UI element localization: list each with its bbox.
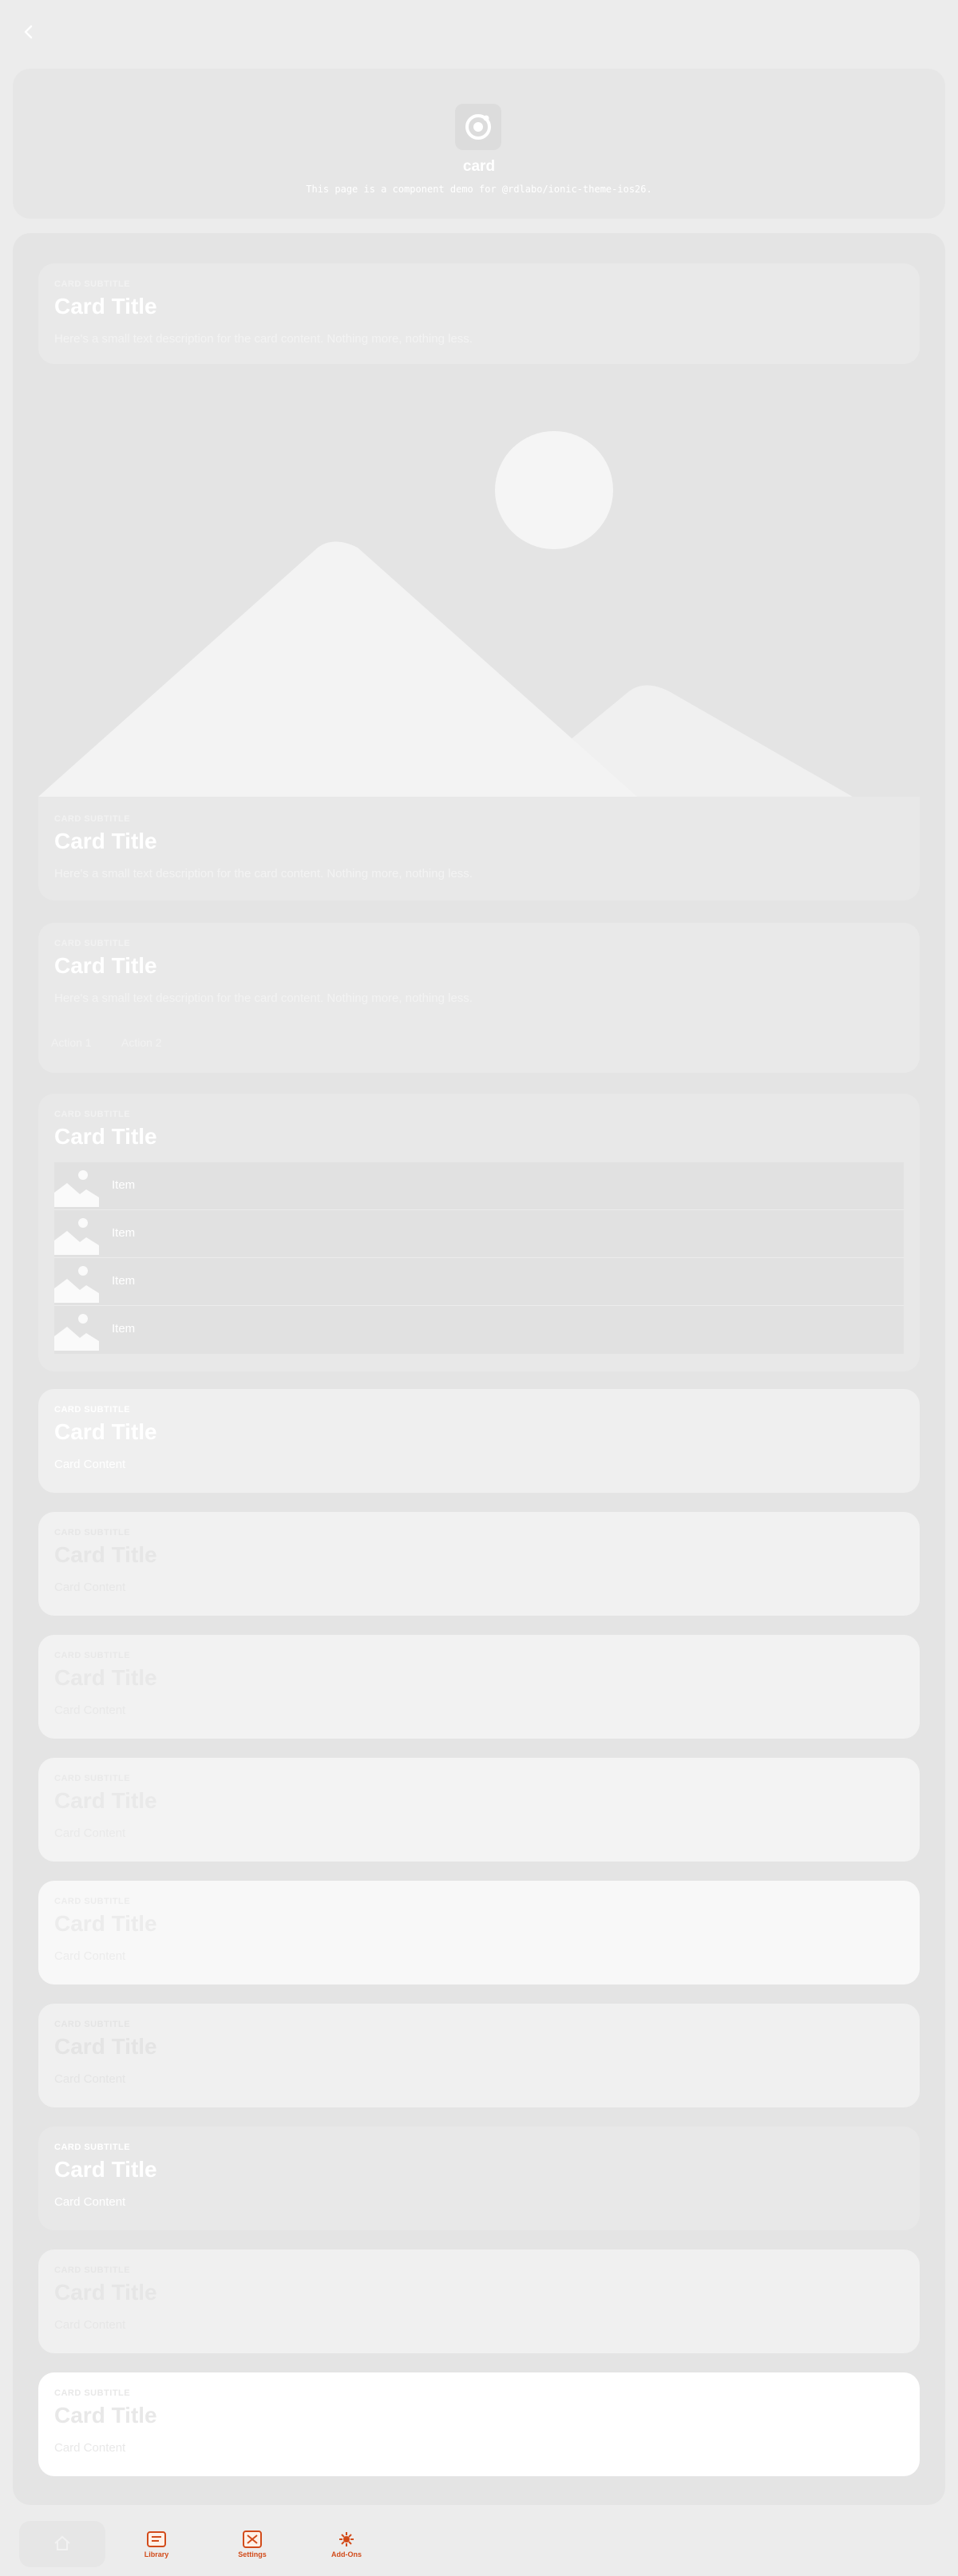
- card-content: Card Content: [54, 1703, 126, 1717]
- card-subtitle: Card Subtitle: [54, 2265, 131, 2275]
- card-media: Card Subtitle Card Title Here's a small …: [38, 388, 920, 900]
- list-item[interactable]: Item: [54, 1162, 904, 1210]
- tab-label: Settings: [238, 2550, 267, 2558]
- card-actions: Card Subtitle Card Title Here's a small …: [38, 923, 920, 1073]
- image-thumbnail-icon: [54, 1218, 99, 1255]
- card-subtitle: Card Subtitle: [54, 939, 131, 948]
- card-color-light: Card Subtitle Card Title Card Content: [38, 2372, 920, 2476]
- card-subtitle: Card Subtitle: [54, 1651, 131, 1660]
- list-item-label: Item: [112, 1274, 136, 1288]
- card-content: Card Content: [54, 1949, 126, 1963]
- image-placeholder-icon: [38, 388, 920, 797]
- list-item-label: Item: [112, 1226, 136, 1240]
- card-content: Here's a small text description for the …: [54, 332, 473, 346]
- list-item[interactable]: Item: [54, 1210, 904, 1258]
- tab-label: Add-Ons: [331, 2550, 362, 2558]
- library-icon: [147, 2531, 166, 2547]
- card-basic: Card Subtitle Card Title Here's a small …: [38, 263, 920, 364]
- card-subtitle: Card Subtitle: [54, 279, 131, 289]
- card-content: Card Content: [54, 1581, 126, 1594]
- list-item-label: Item: [112, 1322, 136, 1335]
- card-color-danger: Card Subtitle Card Title Card Content: [38, 2004, 920, 2107]
- card-subtitle: Card Subtitle: [54, 1528, 131, 1537]
- card-color-primary: Card Subtitle Card Title Card Content: [38, 1389, 920, 1493]
- action-1-button[interactable]: Action 1: [51, 1036, 92, 1049]
- card-title: Card Title: [54, 1124, 157, 1149]
- card-title: Card Title: [54, 2403, 157, 2428]
- card-title: Card Title: [54, 1911, 157, 1936]
- card-subtitle: Card Subtitle: [54, 2143, 131, 2152]
- card-title: Card Title: [54, 1419, 157, 1444]
- card-title: Card Title: [54, 1542, 157, 1567]
- tab-label: Library: [144, 2550, 169, 2558]
- card-title: Card Title: [54, 2157, 157, 2182]
- card-content: Here's a small text description for the …: [54, 991, 473, 1005]
- card-title: Card Title: [54, 1788, 157, 1813]
- card-title: Card Title: [54, 2034, 157, 2059]
- bottom-tab-bar: Library Settings Add-Ons: [0, 2515, 958, 2576]
- back-button[interactable]: [14, 18, 43, 46]
- addons-icon: [339, 2532, 354, 2546]
- card-subtitle: Card Subtitle: [54, 1774, 131, 1783]
- page-title: card: [462, 158, 496, 175]
- list-item[interactable]: Item: [54, 1306, 904, 1354]
- card-color-warning: Card Subtitle Card Title Card Content: [38, 1881, 920, 1984]
- card-title: Card Title: [54, 953, 157, 978]
- tab-library[interactable]: Library: [113, 2521, 200, 2567]
- image-thumbnail-icon: [54, 1266, 99, 1303]
- tab-settings[interactable]: Settings: [209, 2521, 295, 2567]
- card-color-medium: Card Subtitle Card Title Card Content: [38, 2250, 920, 2353]
- list-item-label: Item: [112, 1178, 136, 1192]
- card-content: Card Content: [54, 2318, 126, 2332]
- card-title: Card Title: [54, 829, 157, 853]
- ionic-logo-icon: [455, 104, 501, 150]
- card-color-tertiary: Card Subtitle Card Title Card Content: [38, 1635, 920, 1739]
- card-title: Card Title: [54, 2280, 157, 2305]
- card-list: Card Subtitle Card Title Item Item Item …: [38, 1094, 920, 1371]
- action-2-button[interactable]: Action 2: [121, 1036, 162, 1049]
- card-color-dark: Card Subtitle Card Title Card Content: [38, 2127, 920, 2230]
- card-content: Card Content: [54, 2441, 126, 2455]
- card-color-secondary: Card Subtitle Card Title Card Content: [38, 1512, 920, 1616]
- chevron-left-icon: [24, 25, 33, 39]
- card-content: Here's a small text description for the …: [54, 867, 473, 880]
- home-icon: [54, 2535, 70, 2550]
- list-item[interactable]: Item: [54, 1258, 904, 1306]
- tab-addons[interactable]: Add-Ons: [303, 2521, 390, 2567]
- card-title: Card Title: [54, 1665, 157, 1690]
- card-content: Card Content: [54, 1458, 126, 1471]
- card-subtitle: Card Subtitle: [54, 2020, 131, 2029]
- card-title: Card Title: [54, 294, 157, 319]
- tab-home[interactable]: [19, 2521, 105, 2567]
- card-subtitle: Card Subtitle: [54, 1897, 131, 1906]
- card-content: Card Content: [54, 2072, 126, 2086]
- page-description: This page is a component demo for @rdlab…: [306, 184, 652, 195]
- card-subtitle: Card Subtitle: [54, 1110, 131, 1119]
- settings-icon: [243, 2530, 262, 2548]
- image-thumbnail-icon: [54, 1170, 99, 1207]
- card-color-success: Card Subtitle Card Title Card Content: [38, 1758, 920, 1862]
- image-thumbnail-icon: [54, 1314, 99, 1351]
- card-content: Card Content: [54, 2195, 126, 2209]
- card-content: Card Content: [54, 1826, 126, 1840]
- card-subtitle: Card Subtitle: [54, 2388, 131, 2398]
- card-subtitle: Card Subtitle: [54, 1405, 131, 1415]
- demo-header: card This page is a component demo for @…: [13, 69, 945, 219]
- card-subtitle: Card Subtitle: [54, 814, 131, 824]
